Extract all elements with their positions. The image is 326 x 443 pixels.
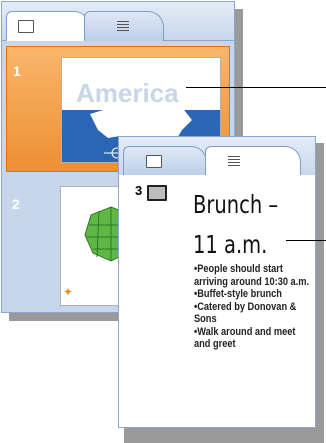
slide-icon — [147, 185, 167, 201]
outline-icon — [117, 21, 129, 31]
outline-pane-tab-strip — [119, 137, 315, 176]
outline-pane: 3 Brunch – 11 a.m. •People should start … — [118, 136, 316, 428]
bullet-item[interactable]: •Walk around and meet and greet — [194, 326, 312, 351]
bullet-item[interactable]: •Buffet-style brunch — [194, 288, 312, 301]
outline-slide-number: 3 — [135, 183, 143, 198]
slide-number: 2 — [12, 196, 20, 212]
tab-outline[interactable] — [84, 11, 164, 41]
callout-line-thumbnail — [186, 87, 326, 88]
bullet-item[interactable]: •People should start arriving around 10:… — [194, 263, 312, 288]
callout-line-outline — [286, 240, 326, 241]
tab-outline[interactable] — [205, 146, 301, 176]
outline-bullet-list[interactable]: •People should start arriving around 10:… — [194, 263, 312, 351]
slides-pane-tab-strip — [2, 2, 234, 41]
star-icon: ✦ — [63, 285, 74, 299]
outline-content: 3 Brunch – 11 a.m. •People should start … — [119, 175, 315, 427]
tab-slides[interactable] — [123, 146, 207, 176]
tab-slides[interactable] — [6, 11, 90, 41]
bullet-item[interactable]: •Catered by Donovan & Sons — [194, 301, 312, 326]
slides-icon — [146, 155, 162, 168]
slides-icon — [18, 20, 34, 33]
outline-icon — [228, 156, 240, 166]
outline-slide-title[interactable]: Brunch – 11 a.m. — [193, 185, 279, 265]
slide-number: 1 — [13, 63, 21, 79]
